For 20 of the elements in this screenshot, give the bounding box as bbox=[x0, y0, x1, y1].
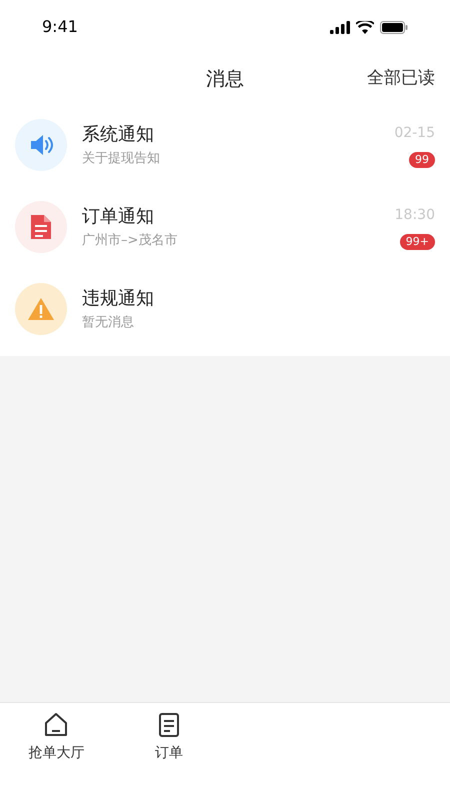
message-row[interactable]: 违规通知 暂无消息 bbox=[0, 268, 450, 350]
wifi-icon bbox=[356, 20, 374, 34]
warning-icon bbox=[15, 283, 67, 335]
battery-icon bbox=[380, 20, 408, 34]
tab-item[interactable]: 抢单大厅 bbox=[0, 711, 112, 765]
speaker-icon bbox=[15, 119, 67, 171]
status-time: 9:41 bbox=[42, 16, 78, 38]
unread-count: 99+ bbox=[400, 234, 435, 250]
message-preview: 暂无消息 bbox=[82, 314, 135, 332]
message-title: 系统通知 bbox=[82, 122, 155, 146]
message-title: 订单通知 bbox=[82, 204, 155, 228]
message-preview: 广州市–>茂名市 bbox=[82, 232, 178, 250]
document-icon bbox=[15, 201, 67, 253]
mark-all-read-button[interactable]: 全部已读 bbox=[367, 66, 435, 92]
unread-count: 99 bbox=[409, 152, 435, 168]
signal-icon bbox=[330, 20, 350, 34]
page-title: 消息 bbox=[206, 66, 244, 92]
tab-item[interactable]: 订单 bbox=[112, 711, 225, 765]
message-preview: 关于提现告知 bbox=[82, 150, 161, 168]
message-title: 违规通知 bbox=[82, 286, 155, 310]
